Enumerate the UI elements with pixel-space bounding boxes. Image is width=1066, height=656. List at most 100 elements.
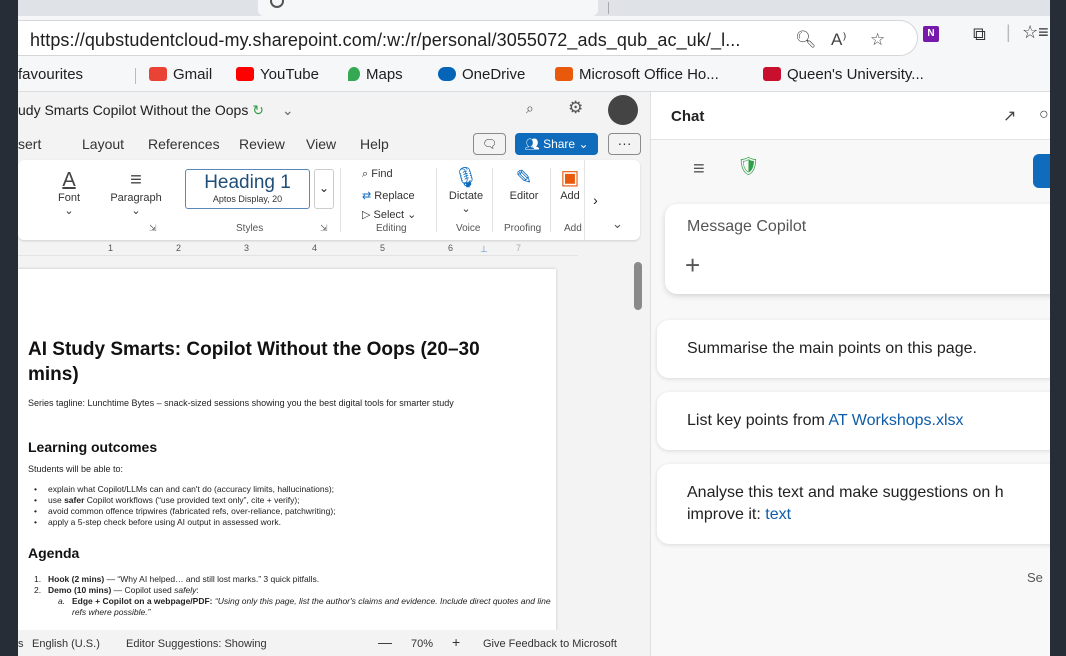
add-ins-icon: ▣: [560, 167, 580, 189]
font-button[interactable]: A Font ⌄: [46, 168, 92, 217]
indent-marker-icon[interactable]: ⊥: [480, 244, 488, 255]
comment-icon: 🗨︎: [481, 137, 498, 151]
open-in-new-window-icon[interactable]: ↗: [1003, 106, 1016, 126]
zoom-out-button[interactable]: —: [378, 634, 392, 650]
avatar[interactable]: [608, 95, 638, 125]
bookmark-gmail[interactable]: Gmail: [149, 66, 212, 83]
bookmark-youtube[interactable]: YouTube: [236, 66, 319, 83]
ruler-mark: 1: [108, 243, 114, 253]
protected-shield-icon[interactable]: 🛡︎: [737, 156, 760, 177]
youtube-icon: [236, 67, 254, 81]
url-field[interactable]: https://qubstudentcloud-my.sharepoint.co…: [18, 20, 918, 56]
url-text[interactable]: https://qubstudentcloud-my.sharepoint.co…: [30, 30, 741, 51]
tab-review[interactable]: Review: [239, 136, 285, 152]
group-divider: [340, 168, 341, 232]
more-options-button[interactable]: ···: [608, 133, 641, 155]
find-button[interactable]: ⌕ Find: [362, 168, 393, 181]
dictate-button[interactable]: 🎙︎ Dictate ⌄: [444, 166, 488, 215]
editing-group-label: Editing: [376, 223, 407, 234]
bookmark-microsoft-office[interactable]: Microsoft Office Ho...: [555, 66, 719, 83]
ruler-mark: 6: [448, 243, 454, 253]
ruler-mark: 7: [516, 243, 522, 253]
add-ins-group-label: Add: [564, 223, 582, 234]
tab-insert[interactable]: sert: [18, 136, 41, 152]
chat-toolbar: ≡ 🛡︎: [651, 140, 1050, 204]
zoom-in-button[interactable]: +: [452, 634, 460, 650]
add-attachment-icon[interactable]: +: [685, 250, 700, 281]
favourites-icon[interactable]: ☆≡: [1022, 22, 1049, 43]
search-icon[interactable]: ⌕: [526, 100, 534, 117]
paragraph-button[interactable]: ≡ Paragraph ⌄: [106, 168, 166, 217]
file-link[interactable]: AT Workshops.xlsx: [828, 412, 963, 429]
group-divider: [436, 168, 437, 232]
ribbon-scroll-right[interactable]: ›: [584, 160, 606, 240]
tab-layout[interactable]: Layout: [82, 136, 124, 152]
text-link[interactable]: text: [765, 506, 791, 523]
editor-suggestions-status[interactable]: Editor Suggestions: Showing: [126, 638, 267, 650]
outcomes-list: explain what Copilot/LLMs can and can't …: [48, 484, 336, 528]
suggestion-text: Summarise the main points on this page.: [687, 340, 977, 357]
document-title[interactable]: udy Smarts Copilot Without the Oops ↻ ⌄: [18, 102, 294, 119]
ribbon: A Font ⌄ ≡ Paragraph ⌄ ⇲ Heading 1 Aptos D…: [18, 160, 640, 240]
document-titlebar: udy Smarts Copilot Without the Oops ↻ ⌄ …: [18, 92, 650, 128]
favourite-star-icon[interactable]: ☆: [870, 30, 885, 50]
message-input[interactable]: Message Copilot: [687, 218, 806, 236]
ribbon-tabs: sert Layout References Review View Help …: [18, 128, 650, 158]
dialog-launcher-icon[interactable]: ⇲: [320, 223, 328, 234]
zoom-icon[interactable]: 🔍︎: [795, 30, 817, 50]
style-heading-1[interactable]: Heading 1 Aptos Display, 20: [185, 169, 310, 209]
add-ins-button[interactable]: ▣ Add: [558, 166, 582, 202]
comments-button[interactable]: 🗨︎: [473, 133, 506, 155]
replace-button[interactable]: ⇄ Replace: [362, 189, 415, 202]
chat-header: Chat ↗ ○: [651, 92, 1050, 140]
read-aloud-icon[interactable]: A⁾: [831, 30, 847, 50]
menu-icon[interactable]: ≡: [693, 158, 705, 181]
chevron-down-icon[interactable]: ⌄: [282, 102, 294, 118]
list-item: avoid common offence tripwires (fabricat…: [48, 506, 336, 517]
styles-gallery-expand[interactable]: ⌄: [314, 169, 334, 209]
message-composer[interactable]: Message Copilot +: [665, 204, 1050, 294]
group-divider: [492, 168, 493, 232]
dialog-launcher-icon[interactable]: ⇲: [149, 223, 157, 234]
share-button[interactable]: 👥︎ Share ⌄: [515, 133, 598, 155]
active-tab[interactable]: [258, 0, 598, 16]
agenda-heading: Agenda: [28, 545, 80, 561]
document-page[interactable]: AI Study Smarts: Copilot Without the Oop…: [18, 269, 556, 656]
bookmark-maps[interactable]: Maps: [348, 66, 403, 83]
list-item: explain what Copilot/LLMs can and can't …: [48, 484, 336, 495]
zoom-level[interactable]: 70%: [411, 638, 433, 650]
ruler-mark: 3: [244, 243, 250, 253]
scrollbar[interactable]: [634, 262, 642, 310]
ruler-mark: 2: [176, 243, 182, 253]
settings-gear-icon[interactable]: ⚙: [568, 98, 583, 118]
group-divider: [550, 168, 551, 232]
see-more-link[interactable]: Se: [1027, 570, 1043, 585]
toolbar-divider: |: [1006, 22, 1011, 42]
extensions-icon[interactable]: ⧉: [973, 24, 986, 45]
bookmark-onedrive[interactable]: OneDrive: [438, 66, 525, 83]
new-chat-icon[interactable]: ○: [1039, 106, 1049, 124]
favourites-folder[interactable]: favourites: [18, 66, 83, 83]
tab-references[interactable]: References: [148, 136, 220, 152]
chat-title: Chat: [671, 108, 705, 125]
suggestion-list-key-points[interactable]: List key points from AT Workshops.xlsx: [657, 392, 1050, 450]
ruler-mark: 4: [312, 243, 318, 253]
bookmark-queens-university[interactable]: Queen's University...: [763, 66, 924, 83]
suggestion-text: Analyse this text and make suggestions o…: [687, 484, 1004, 523]
list-item: 1. Hook (2 mins) — “Why AI helped… and st…: [34, 574, 320, 584]
select-button[interactable]: ▷ Select ⌄: [362, 208, 416, 221]
learning-outcomes-heading: Learning outcomes: [28, 439, 158, 455]
suggestion-analyse-text[interactable]: Analyse this text and make suggestions o…: [657, 464, 1050, 544]
language-status[interactable]: English (U.S.): [32, 638, 100, 650]
onenote-extension-icon[interactable]: N: [923, 26, 939, 42]
paragraph-align-icon: ≡: [130, 169, 142, 191]
status-bar: s English (U.S.) Editor Suggestions: Sho…: [18, 630, 650, 656]
editor-button[interactable]: ✎ Editor: [502, 166, 546, 202]
tab-help[interactable]: Help: [360, 136, 389, 152]
tab-view[interactable]: View: [306, 136, 336, 152]
suggestion-summarise[interactable]: Summarise the main points on this page.: [657, 320, 1050, 378]
feedback-link[interactable]: Give Feedback to Microsoft: [483, 638, 617, 650]
maps-pin-icon: [348, 67, 360, 81]
ribbon-expand-chevron-icon[interactable]: ⌄: [612, 216, 623, 232]
copilot-action-button[interactable]: [1033, 154, 1050, 188]
